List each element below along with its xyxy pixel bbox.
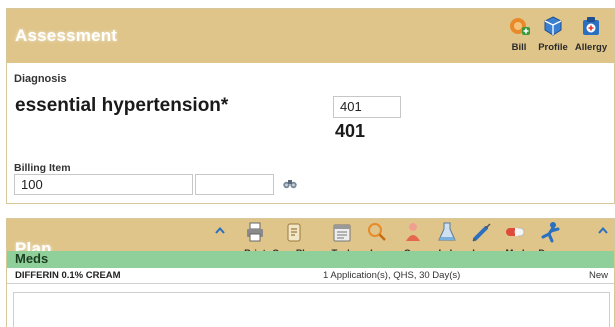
assessment-header: Assessment Bill Profile Allergy xyxy=(7,9,614,63)
med-name: DIFFERIN 0.1% CREAM xyxy=(15,270,121,281)
printer-icon xyxy=(247,222,263,242)
profile-cube-icon xyxy=(544,16,562,36)
care-plan-icon xyxy=(287,223,301,242)
medication-pill-icon xyxy=(506,227,525,237)
plan-header: Plan Print Care Plan T xyxy=(7,219,614,259)
task-calendar-icon xyxy=(333,224,351,242)
assessment-title: Assessment xyxy=(15,26,118,45)
allergy-button[interactable]: Allergy xyxy=(569,15,613,61)
investigation-magnifier-icon xyxy=(368,223,386,241)
diagnosis-label: Diagnosis xyxy=(14,73,67,85)
allergy-label: Allergy xyxy=(574,42,608,53)
billing-item-input[interactable]: 100 xyxy=(14,174,193,195)
plan-notes-input[interactable] xyxy=(13,292,610,327)
allergy-icon xyxy=(583,17,599,35)
lab-flask-icon xyxy=(438,222,456,241)
meds-section-header: Meds xyxy=(7,251,614,268)
diagnosis-value[interactable]: essential hypertension* xyxy=(15,95,228,117)
assessment-panel: Assessment Bill Profile Allergy Diagnosi… xyxy=(6,8,615,204)
billing-modifier-input[interactable] xyxy=(195,174,274,195)
draw-figure-icon xyxy=(541,222,560,243)
bill-add-icon xyxy=(510,18,530,35)
consult-person-icon xyxy=(406,223,420,241)
plan-panel: Plan Print Care Plan T xyxy=(6,218,615,327)
med-sig: 1 Application(s), QHS, 30 Day(s) xyxy=(323,270,461,281)
collapse-chevron-up-icon[interactable] xyxy=(215,227,225,234)
diagnosis-code-display: 401 xyxy=(335,121,366,141)
diagnosis-code-input[interactable]: 401 xyxy=(333,96,401,118)
meds-header-label: Meds xyxy=(15,251,49,266)
immunization-syringe-icon xyxy=(472,223,491,242)
scroll-chevron-up-icon[interactable] xyxy=(598,227,608,234)
med-row[interactable]: DIFFERIN 0.1% CREAM 1 Application(s), QH… xyxy=(7,268,614,284)
billing-item-label: Billing Item xyxy=(14,162,71,174)
binoculars-search-icon[interactable] xyxy=(283,179,297,189)
med-status: New xyxy=(588,270,608,281)
